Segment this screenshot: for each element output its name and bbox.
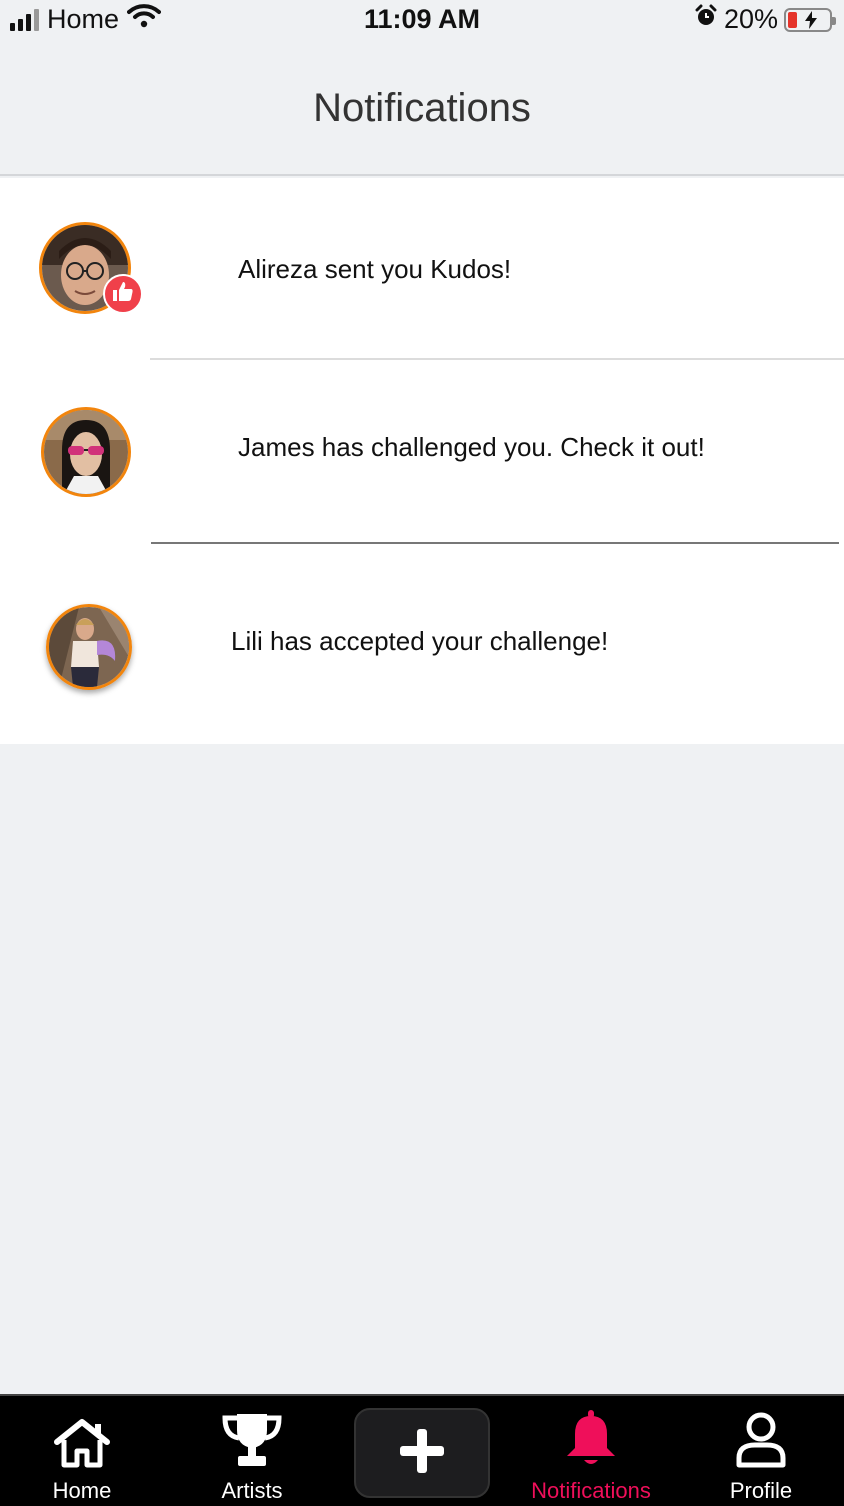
notification-item[interactable]: Lili has accepted your challenge! [0, 544, 844, 744]
page-title: Notifications [313, 86, 531, 130]
home-icon [53, 1410, 111, 1468]
tab-bar: Home Artists Notifications Profile [0, 1394, 844, 1506]
plus-icon [396, 1425, 448, 1482]
status-bar: Home 11:09 AM 20% [0, 0, 844, 44]
avatar[interactable] [41, 407, 131, 497]
avatar[interactable] [46, 604, 132, 690]
alarm-icon [694, 4, 718, 35]
battery-icon [784, 7, 836, 32]
notification-item[interactable]: James has challenged you. Check it out! [0, 360, 844, 544]
tab-home-label: Home [52, 1478, 112, 1503]
header: Notifications [0, 44, 844, 176]
notification-message: James has challenged you. Check it out! [238, 432, 705, 462]
tab-artists-label: Artists [221, 1478, 283, 1503]
notification-list: Alireza sent you Kudos! James has challe… [0, 178, 844, 744]
trophy-icon [221, 1410, 283, 1468]
tab-notifications[interactable]: Notifications [506, 1396, 676, 1506]
notification-item[interactable]: Alireza sent you Kudos! [0, 178, 844, 358]
thumbs-up-icon [111, 280, 135, 309]
tab-artists[interactable]: Artists [192, 1396, 312, 1506]
add-button[interactable] [354, 1408, 490, 1498]
battery-percent: 20% [723, 4, 778, 34]
tab-profile-label: Profile [729, 1478, 793, 1503]
tab-home[interactable]: Home [22, 1396, 142, 1506]
tab-profile[interactable]: Profile [700, 1396, 822, 1506]
person-icon [735, 1410, 787, 1468]
notification-message: Alireza sent you Kudos! [238, 254, 512, 284]
bell-icon [565, 1410, 617, 1468]
tab-notifications-label: Notifications [531, 1478, 651, 1503]
kudos-badge [103, 274, 143, 314]
status-right: 20% [694, 4, 836, 35]
notification-message: Lili has accepted your challenge! [231, 626, 609, 656]
